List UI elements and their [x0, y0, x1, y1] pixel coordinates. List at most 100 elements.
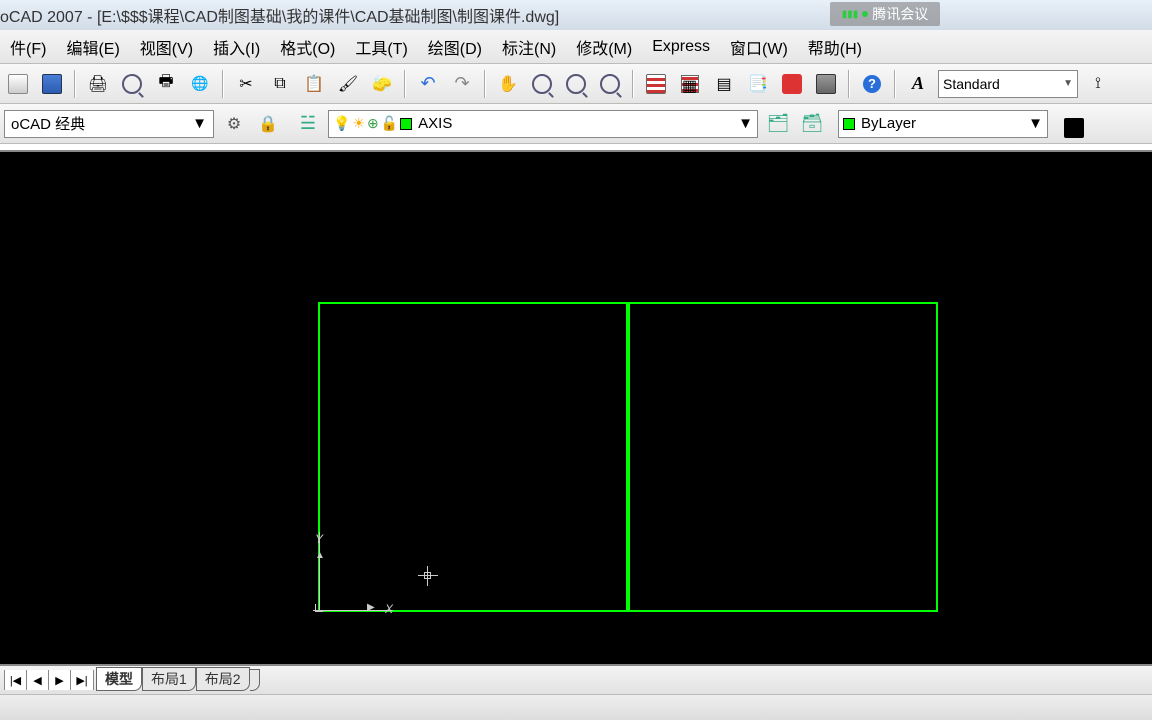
separator — [848, 70, 850, 98]
new-file-icon — [8, 74, 28, 94]
drawing-rectangle-right — [628, 302, 938, 612]
brush-icon: 🖌 — [338, 74, 358, 94]
tab-first-button[interactable]: |◀ — [5, 670, 27, 690]
chevron-down-icon: ▼ — [192, 115, 207, 132]
match-properties-button[interactable]: 🖌 — [334, 70, 362, 98]
menu-file[interactable]: 件(F) — [0, 35, 56, 59]
menu-draw[interactable]: 绘图(D) — [418, 35, 492, 59]
tab-next-button[interactable]: ▶ — [49, 670, 71, 690]
print-icon: 🖨 — [88, 74, 108, 94]
ucs-x-label: X — [385, 602, 393, 616]
cut-button[interactable]: ✂ — [232, 70, 260, 98]
layer-states-button[interactable]: 🗃 — [798, 110, 826, 138]
tab-layout2[interactable]: 布局2 — [196, 667, 250, 691]
menu-view[interactable]: 视图(V) — [130, 35, 203, 59]
workspace-lock-button[interactable]: 🔒 — [254, 110, 282, 138]
workspace-value: oCAD 经典 — [11, 113, 85, 134]
menu-express[interactable]: Express — [642, 38, 720, 56]
markup-button[interactable] — [778, 70, 806, 98]
quickcalc-button[interactable] — [812, 70, 840, 98]
new-button[interactable] — [4, 70, 32, 98]
standard-toolbar: 🖨 🖶 🌐 ✂ ⧉ 📋 🖌 🧽 ↶ ↷ ✋ ▦ ▤ 📑 ? A Standard… — [0, 64, 1152, 104]
layer-freeze-icon: ☀ — [352, 115, 365, 132]
pan-icon: ✋ — [498, 74, 518, 94]
publish-button[interactable]: 🌐 — [186, 70, 214, 98]
sheet-set-icon: 📑 — [748, 74, 768, 94]
tab-nav-buttons: |◀ ◀ ▶ ▶| — [4, 670, 94, 690]
gear-icon: ⚙ — [227, 114, 241, 134]
layout-tabs: 模型 布局1 布局2 — [96, 669, 260, 691]
zoom-realtime-button[interactable] — [528, 70, 556, 98]
text-style-icon: A — [912, 73, 924, 94]
separator — [404, 70, 406, 98]
undo-icon: ↶ — [420, 73, 435, 94]
layers-icon: ☱ — [300, 113, 316, 134]
separator — [222, 70, 224, 98]
menu-insert[interactable]: 插入(I) — [203, 35, 270, 59]
zoom-window-button[interactable] — [562, 70, 590, 98]
tab-layout1[interactable]: 布局1 — [142, 667, 196, 691]
design-center-button[interactable]: ▦ — [676, 70, 704, 98]
redo-button[interactable]: ↷ — [448, 70, 476, 98]
color-combo[interactable]: ByLayer ▼ — [838, 110, 1048, 138]
erase-button[interactable]: 🧽 — [368, 70, 396, 98]
layer-color-swatch — [400, 118, 412, 130]
layer-manager-button[interactable]: ☱ — [294, 110, 322, 138]
dim-style-button[interactable]: ⟟ — [1084, 70, 1112, 98]
overlay-label: 腾讯会议 — [872, 4, 928, 24]
help-button[interactable]: ? — [858, 70, 886, 98]
tab-model[interactable]: 模型 — [96, 667, 142, 691]
tool-palettes-button[interactable]: ▤ — [710, 70, 738, 98]
menu-modify[interactable]: 修改(M) — [566, 35, 642, 59]
print-preview-button[interactable] — [118, 70, 146, 98]
copy-button[interactable]: ⧉ — [266, 70, 294, 98]
tab-last-button[interactable]: ▶| — [71, 670, 93, 690]
menu-help[interactable]: 帮助(H) — [798, 35, 872, 59]
linetype-icon — [1064, 118, 1084, 138]
layer-previous-icon: 🗂 — [767, 113, 790, 134]
workspace-combo[interactable]: oCAD 经典 ▼ — [4, 110, 214, 138]
layer-name: AXIS — [412, 115, 738, 132]
status-bar — [0, 694, 1152, 720]
text-style-combo[interactable]: Standard ▼ — [938, 70, 1078, 98]
menu-window[interactable]: 窗口(W) — [720, 35, 798, 59]
text-style-button[interactable]: A — [904, 70, 932, 98]
layer-vp-icon: ⊕ — [367, 115, 379, 132]
zoom-previous-button[interactable] — [596, 70, 624, 98]
menu-dimension[interactable]: 标注(N) — [492, 35, 566, 59]
save-button[interactable] — [38, 70, 66, 98]
layer-combo[interactable]: 💡 ☀ ⊕ 🔓 AXIS ▼ — [328, 110, 758, 138]
help-icon: ? — [863, 75, 881, 93]
separator — [632, 70, 634, 98]
properties-icon — [646, 74, 666, 94]
chevron-down-icon: ▼ — [1063, 78, 1073, 89]
tab-prev-button[interactable]: ◀ — [27, 670, 49, 690]
layer-states-icon: 🗃 — [801, 113, 824, 134]
workspace-settings-button[interactable]: ⚙ — [220, 110, 248, 138]
status-dot-icon — [862, 11, 868, 17]
paste-icon: 📋 — [304, 74, 324, 94]
sheet-set-button[interactable]: 📑 — [744, 70, 772, 98]
menu-format[interactable]: 格式(O) — [270, 35, 345, 59]
menu-tools[interactable]: 工具(T) — [345, 35, 417, 59]
lock-icon: 🔒 — [258, 114, 278, 134]
text-style-value: Standard — [943, 76, 1000, 92]
drawing-canvas[interactable]: ▲ ▶ Y X — [0, 150, 1152, 664]
properties-button[interactable] — [642, 70, 670, 98]
erase-icon: 🧽 — [372, 74, 392, 94]
separator — [894, 70, 896, 98]
undo-button[interactable]: ↶ — [414, 70, 442, 98]
plot-button[interactable]: 🖶 — [152, 70, 180, 98]
pan-button[interactable]: ✋ — [494, 70, 522, 98]
menu-edit[interactable]: 编辑(E) — [56, 35, 129, 59]
linetype-button[interactable] — [1060, 110, 1088, 138]
print-button[interactable]: 🖨 — [84, 70, 112, 98]
color-swatch-icon — [843, 118, 855, 130]
dim-style-icon: ⟟ — [1095, 75, 1101, 93]
signal-icon: ▮▮▮ — [842, 9, 859, 20]
layer-previous-button[interactable]: 🗂 — [764, 110, 792, 138]
zoom-realtime-icon — [532, 74, 552, 94]
title-bar: oCAD 2007 - [E:\$$$课程\CAD制图基础\我的课件\CAD基础… — [0, 0, 1152, 30]
paste-button[interactable]: 📋 — [300, 70, 328, 98]
chevron-down-icon: ▼ — [738, 115, 753, 132]
